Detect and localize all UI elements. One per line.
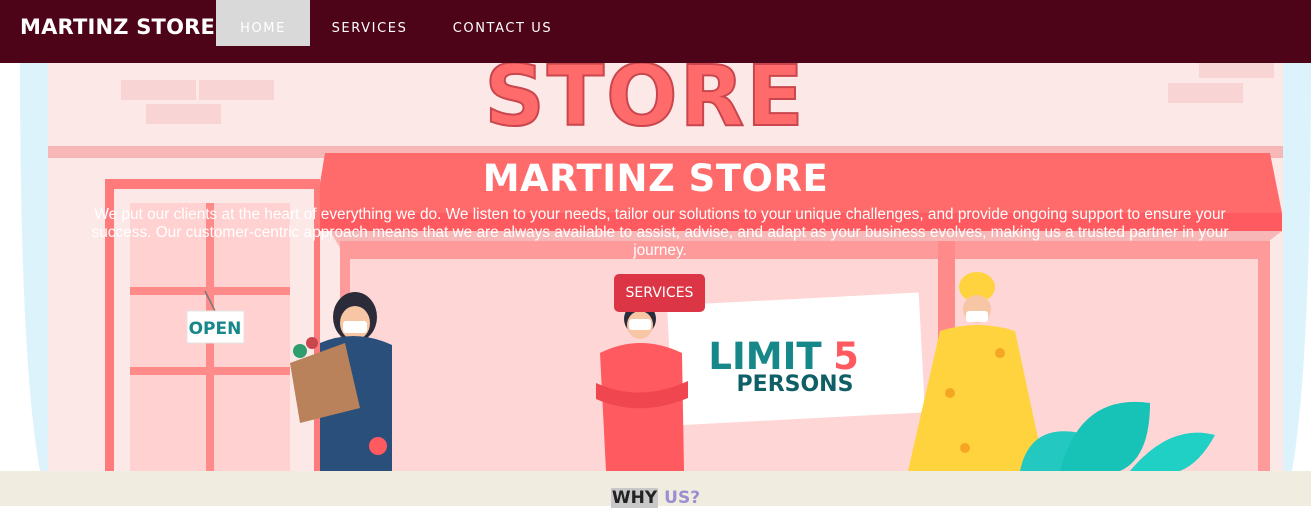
why-us-section: WHY US?	[0, 471, 1311, 508]
why-us-heading-part1: WHY	[610, 488, 659, 508]
hero-description: We put our clients at the heart of every…	[91, 206, 1229, 259]
nav-home[interactable]: HOME	[216, 0, 310, 46]
nav-contact-us[interactable]: CONTACT US	[440, 0, 565, 46]
hero-title: MARTINZ STORE	[482, 157, 829, 200]
top-navbar: MARTINZ STORE HOME SERVICES CONTACT US	[0, 0, 1311, 63]
nav-services[interactable]: SERVICES	[322, 0, 417, 46]
why-us-heading-part2: US?	[664, 488, 701, 508]
hero-content: MARTINZ STORE We put our clients at the …	[0, 63, 1311, 471]
why-us-heading: WHY US?	[0, 488, 1311, 508]
brand-logo[interactable]: MARTINZ STORE	[20, 15, 215, 39]
services-button[interactable]: SERVICES	[614, 274, 705, 312]
